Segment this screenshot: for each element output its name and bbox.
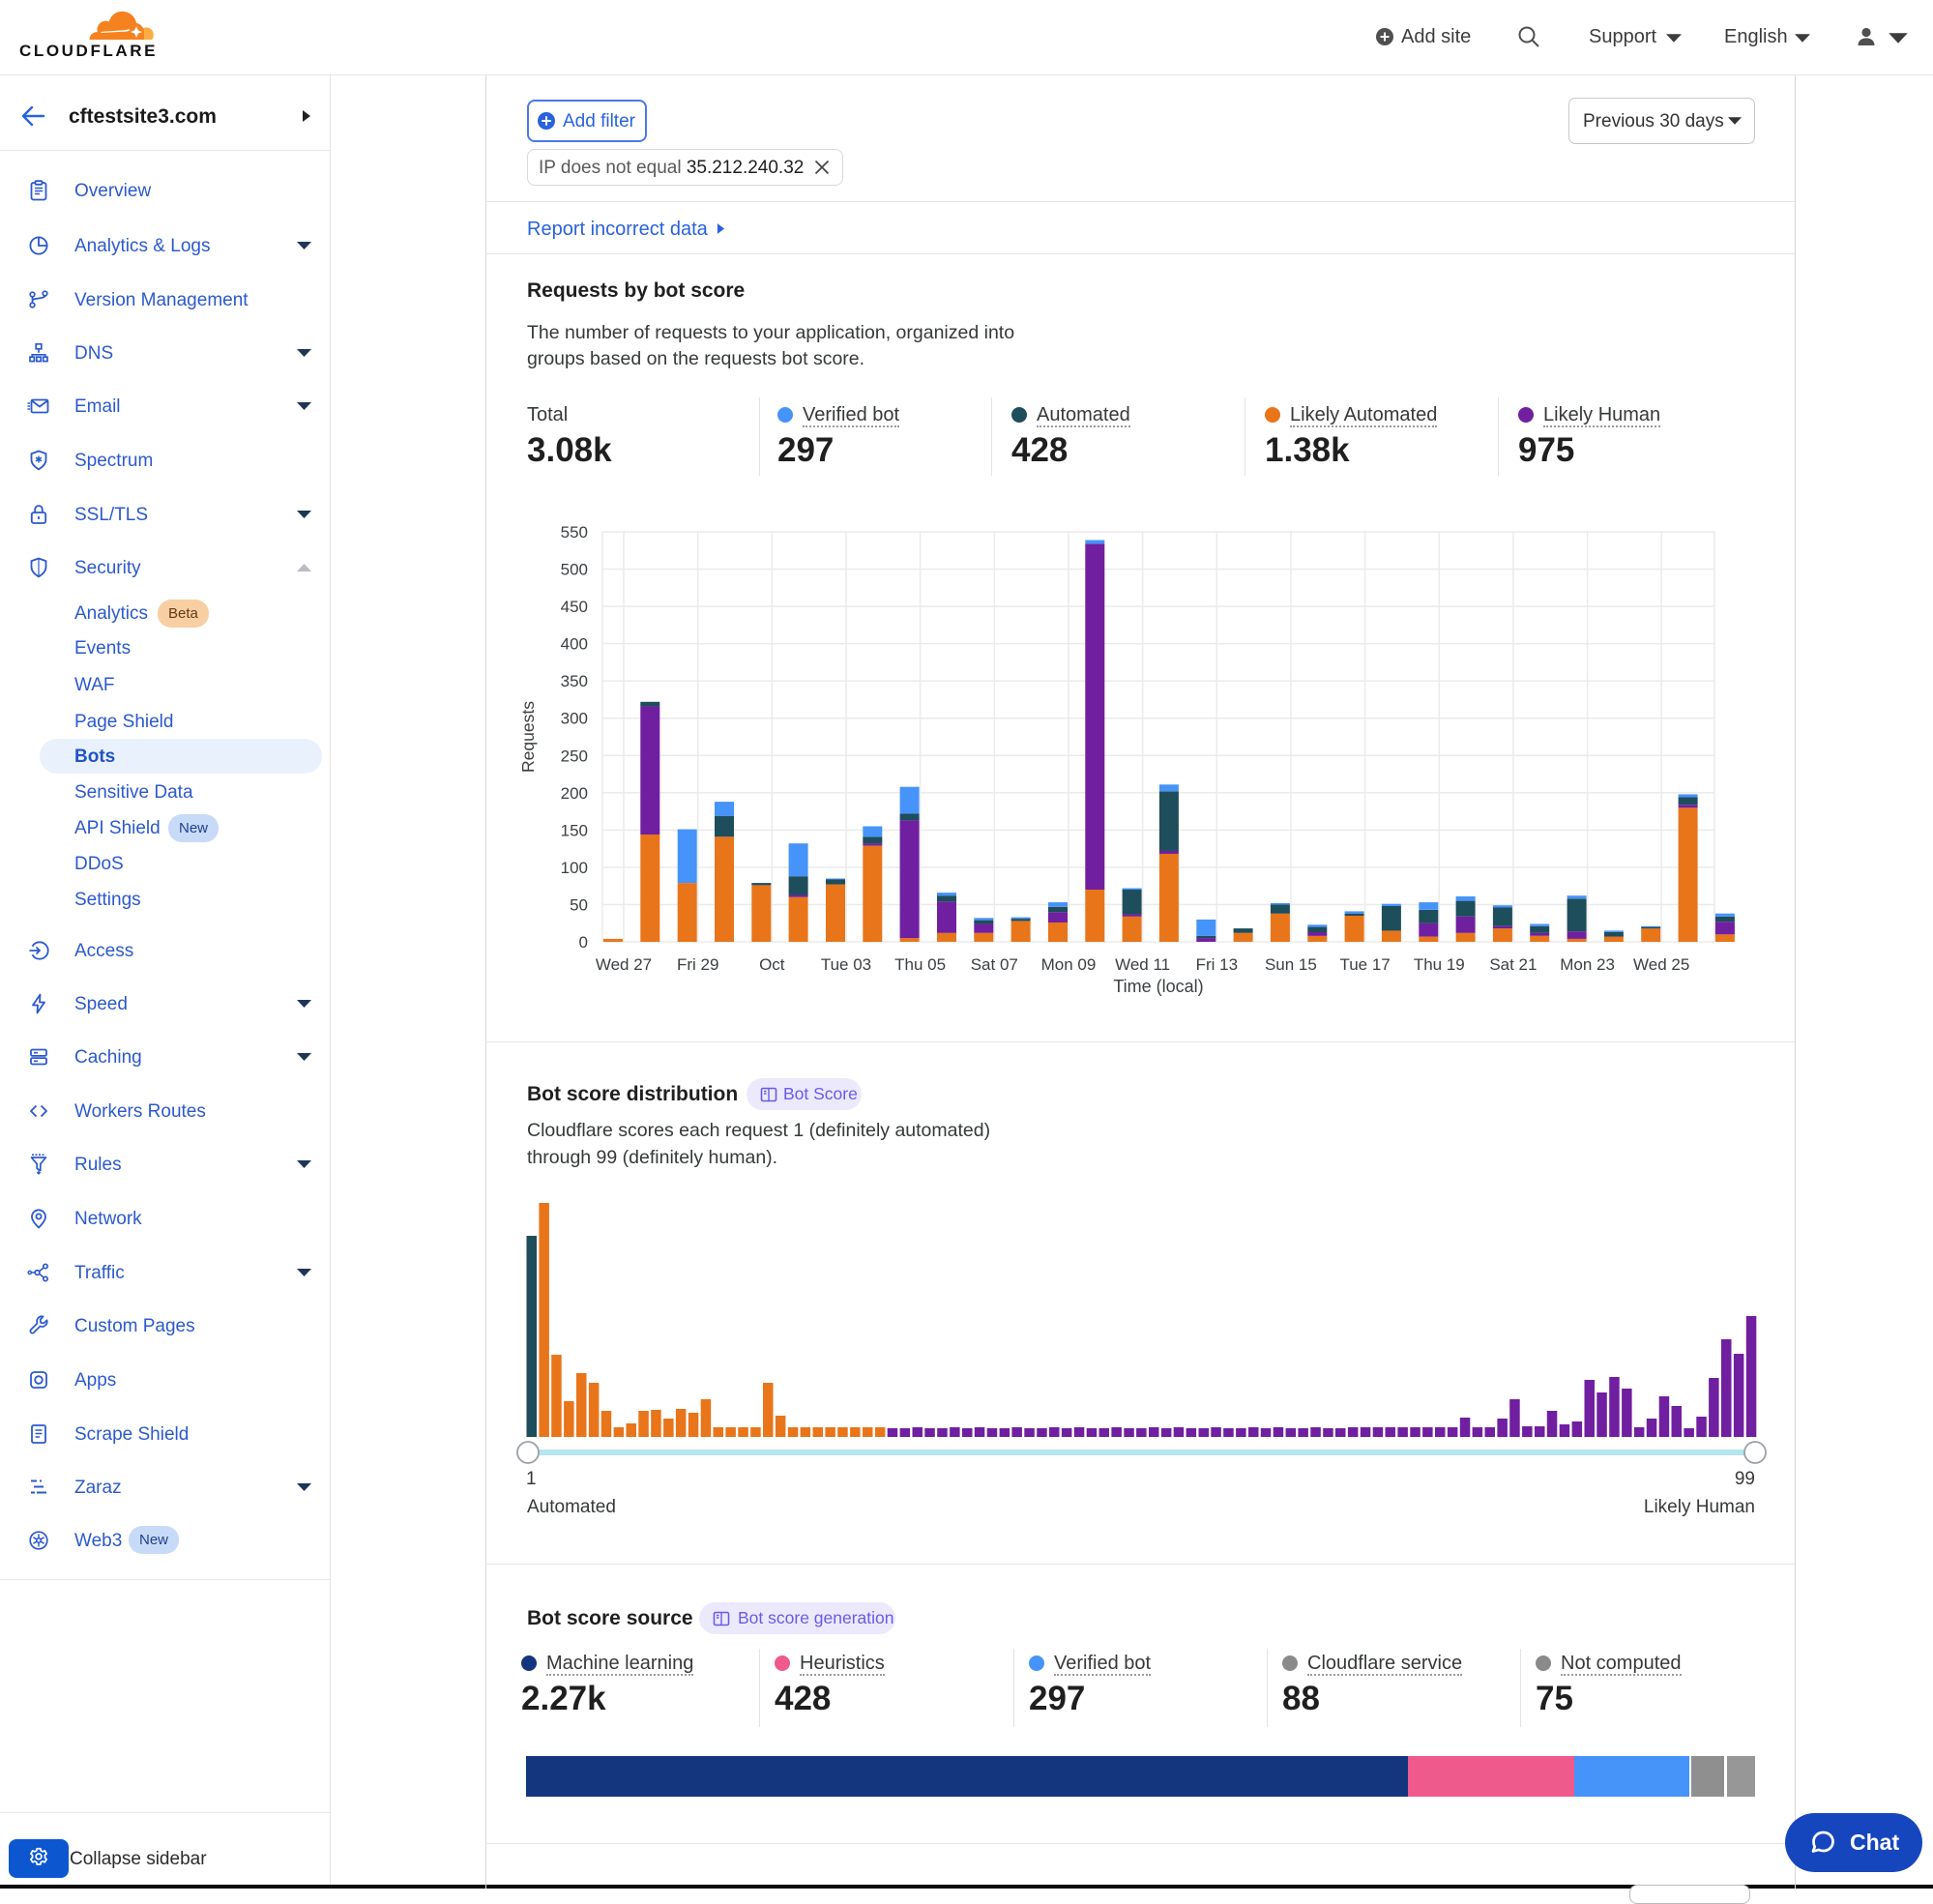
svg-text:Tue 03: Tue 03 (821, 955, 871, 974)
svg-text:Thu 19: Thu 19 (1414, 955, 1465, 974)
svg-text:Wed 11: Wed 11 (1115, 955, 1170, 974)
svg-text:Time (local): Time (local) (1113, 977, 1203, 996)
svg-text:Oct: Oct (759, 955, 785, 974)
svg-text:0: 0 (579, 933, 588, 952)
svg-text:Tue 17: Tue 17 (1339, 955, 1390, 974)
svg-text:450: 450 (561, 598, 588, 616)
svg-text:Fri 29: Fri 29 (677, 955, 718, 974)
svg-text:200: 200 (561, 784, 588, 803)
svg-text:400: 400 (561, 635, 588, 654)
svg-text:Sun 15: Sun 15 (1265, 955, 1317, 974)
svg-text:300: 300 (561, 710, 588, 728)
svg-text:Thu 05: Thu 05 (894, 955, 946, 974)
svg-text:500: 500 (561, 561, 588, 579)
svg-text:Fri 13: Fri 13 (1196, 955, 1238, 974)
svg-text:550: 550 (561, 523, 588, 542)
svg-text:Sat 21: Sat 21 (1489, 955, 1537, 974)
svg-text:Requests: Requests (518, 701, 538, 773)
svg-text:Wed 25: Wed 25 (1633, 955, 1689, 974)
svg-text:350: 350 (561, 672, 588, 690)
svg-text:Mon 23: Mon 23 (1560, 955, 1615, 974)
svg-text:250: 250 (561, 747, 588, 765)
svg-text:Sat 07: Sat 07 (971, 955, 1018, 974)
svg-text:Mon 09: Mon 09 (1041, 955, 1097, 974)
svg-text:Wed 27: Wed 27 (596, 955, 652, 974)
svg-text:150: 150 (561, 821, 588, 839)
svg-text:50: 50 (570, 896, 588, 915)
svg-text:100: 100 (561, 859, 588, 877)
